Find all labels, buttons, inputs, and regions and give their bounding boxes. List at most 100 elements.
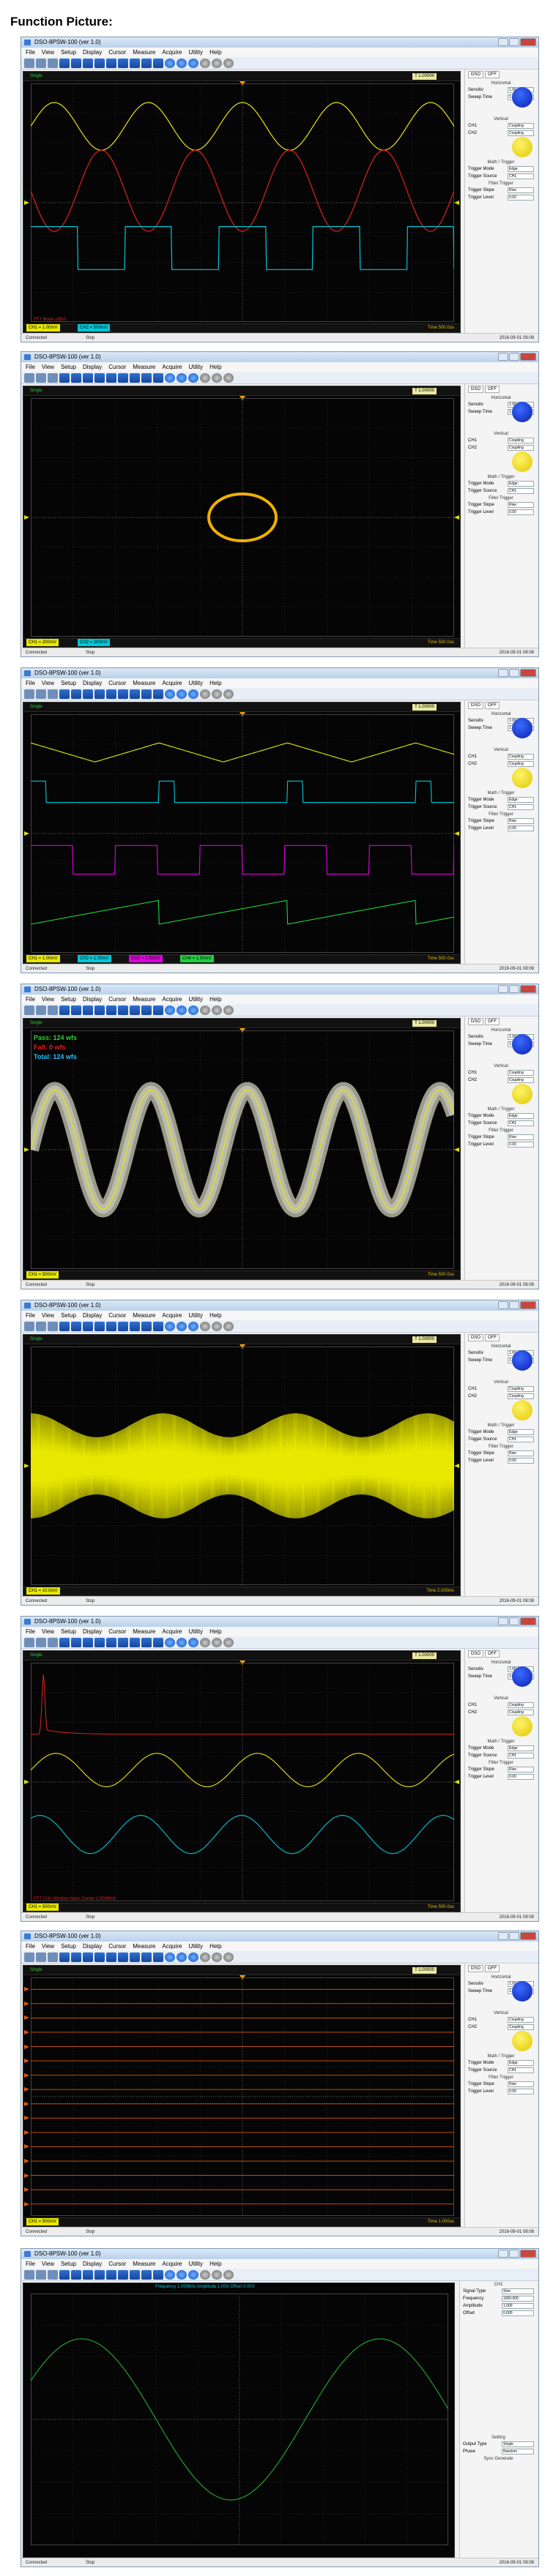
measure-icon[interactable] — [106, 58, 116, 68]
trigger-level-marker[interactable] — [454, 1464, 459, 1468]
scope-display[interactable]: Single T 1.00000 CH1 = 10.0mV Time 2.000ms — [23, 1334, 461, 1596]
menu-item-setup[interactable]: Setup — [61, 48, 76, 57]
panel-tab-dso[interactable]: DSO — [468, 1334, 484, 1341]
zoom-in-icon[interactable] — [200, 2269, 210, 2280]
logic-channel-marker[interactable] — [24, 2001, 29, 2006]
ch1-offset-marker[interactable] — [24, 201, 29, 205]
menu-item-view[interactable]: View — [42, 362, 54, 372]
panel-tab-off[interactable]: OFF — [485, 1650, 500, 1658]
panel-tab-dso[interactable]: DSO — [468, 702, 484, 709]
zoom-in-icon[interactable] — [200, 1321, 210, 1331]
ch2-select[interactable]: Coupling — [508, 761, 534, 767]
menu-item-help[interactable]: Help — [209, 48, 221, 57]
maximize-icon[interactable] — [509, 669, 519, 677]
menu-item-setup[interactable]: Setup — [61, 678, 76, 688]
minimize-icon[interactable] — [498, 38, 508, 46]
menu-item-file[interactable]: File — [26, 678, 35, 688]
trigger-level-select[interactable]: 0.00 — [508, 825, 534, 831]
panel-tab-dso[interactable]: DSO — [468, 1018, 484, 1025]
menu-item-acquire[interactable]: Acquire — [162, 2259, 182, 2269]
scope-display[interactable]: Single T 1.00000 CH1 = 1.00mV CH2 = 500mV Ti… — [23, 71, 461, 333]
measure-icon[interactable] — [106, 372, 116, 383]
menu-item-measure[interactable]: Measure — [133, 362, 155, 372]
menu-item-utility[interactable]: Utility — [189, 1942, 204, 1951]
play-icon[interactable] — [165, 2269, 175, 2280]
menu-item-display[interactable]: Display — [83, 1942, 102, 1951]
math-icon[interactable] — [130, 2269, 140, 2280]
phase-select[interactable]: Random — [502, 2449, 534, 2455]
trigger-mode-select[interactable]: Edge — [508, 1429, 534, 1435]
menu-item-help[interactable]: Help — [209, 1627, 221, 1636]
fft-icon[interactable] — [141, 1952, 152, 1962]
fft-icon[interactable] — [141, 1321, 152, 1331]
logic-channel-marker[interactable] — [24, 2201, 29, 2206]
minimize-icon[interactable] — [498, 1617, 508, 1625]
menu-item-utility[interactable]: Utility — [189, 678, 204, 688]
fft-icon[interactable] — [141, 689, 152, 699]
zoom-in-icon[interactable] — [200, 372, 210, 383]
trigger-icon[interactable] — [94, 1005, 105, 1015]
stop-icon[interactable] — [177, 1637, 187, 1647]
vertical-icon[interactable] — [83, 1637, 93, 1647]
save-icon[interactable] — [36, 1637, 46, 1647]
close-icon[interactable] — [520, 1301, 536, 1309]
print-icon[interactable] — [48, 689, 58, 699]
trigger-slope-select[interactable]: Rise — [508, 1450, 534, 1456]
maximize-icon[interactable] — [509, 1932, 519, 1940]
menu-item-cursor[interactable]: Cursor — [108, 995, 126, 1004]
menu-item-display[interactable]: Display — [83, 678, 102, 688]
ch2-select[interactable]: Coupling — [508, 2024, 534, 2030]
auto-icon[interactable] — [153, 1005, 163, 1015]
horizontal-icon[interactable] — [71, 1952, 81, 1962]
measure-icon[interactable] — [106, 1952, 116, 1962]
menu-item-cursor[interactable]: Cursor — [108, 1942, 126, 1951]
stop-icon[interactable] — [177, 58, 187, 68]
menu-item-acquire[interactable]: Acquire — [162, 1627, 182, 1636]
minimize-icon[interactable] — [498, 353, 508, 361]
maximize-icon[interactable] — [509, 2250, 519, 2258]
cursor-icon[interactable] — [118, 1637, 128, 1647]
zoom-out-icon[interactable] — [212, 2269, 222, 2280]
trigger-slope-select[interactable]: Rise — [508, 2081, 534, 2087]
panel-tab-off[interactable]: OFF — [485, 1334, 500, 1341]
print-icon[interactable] — [48, 1637, 58, 1647]
menu-item-setup[interactable]: Setup — [61, 2259, 76, 2269]
menu-item-view[interactable]: View — [42, 48, 54, 57]
volts-knob[interactable] — [512, 452, 532, 472]
volts-knob[interactable] — [512, 768, 532, 788]
single-icon[interactable] — [188, 58, 198, 68]
auto-icon[interactable] — [153, 58, 163, 68]
trigger-source-select[interactable]: CH1 — [508, 1753, 534, 1759]
print-icon[interactable] — [48, 1952, 58, 1962]
panel-tab-dso[interactable]: DSO — [468, 386, 484, 393]
open-icon[interactable] — [24, 58, 34, 68]
menu-item-help[interactable]: Help — [209, 362, 221, 372]
logic-channel-marker[interactable] — [24, 2044, 29, 2049]
save-icon[interactable] — [36, 1005, 46, 1015]
measure-icon[interactable] — [106, 1005, 116, 1015]
minimize-icon[interactable] — [498, 1301, 508, 1309]
play-icon[interactable] — [165, 372, 175, 383]
ch1-offset-marker[interactable] — [24, 515, 29, 520]
run-icon[interactable] — [59, 1321, 70, 1331]
play-icon[interactable] — [165, 1952, 175, 1962]
math-icon[interactable] — [130, 1952, 140, 1962]
single-icon[interactable] — [188, 2269, 198, 2280]
logic-channel-marker[interactable] — [24, 1987, 29, 1992]
close-icon[interactable] — [520, 669, 536, 677]
fft-icon[interactable] — [141, 1005, 152, 1015]
menu-item-file[interactable]: File — [26, 1627, 35, 1636]
timebase-knob[interactable] — [512, 1666, 532, 1687]
close-icon[interactable] — [520, 1932, 536, 1940]
trigger-level-select[interactable]: 0.00 — [508, 1774, 534, 1780]
menu-item-acquire[interactable]: Acquire — [162, 1311, 182, 1320]
trigger-source-select[interactable]: CH1 — [508, 804, 534, 810]
ch1-select[interactable]: Coupling — [508, 438, 534, 443]
trigger-source-select[interactable]: CH1 — [508, 488, 534, 494]
menu-item-utility[interactable]: Utility — [189, 1311, 204, 1320]
cursor-icon[interactable] — [118, 58, 128, 68]
menu-item-file[interactable]: File — [26, 362, 35, 372]
single-icon[interactable] — [188, 372, 198, 383]
maximize-icon[interactable] — [509, 985, 519, 993]
trigger-level-marker[interactable] — [454, 1780, 459, 1784]
